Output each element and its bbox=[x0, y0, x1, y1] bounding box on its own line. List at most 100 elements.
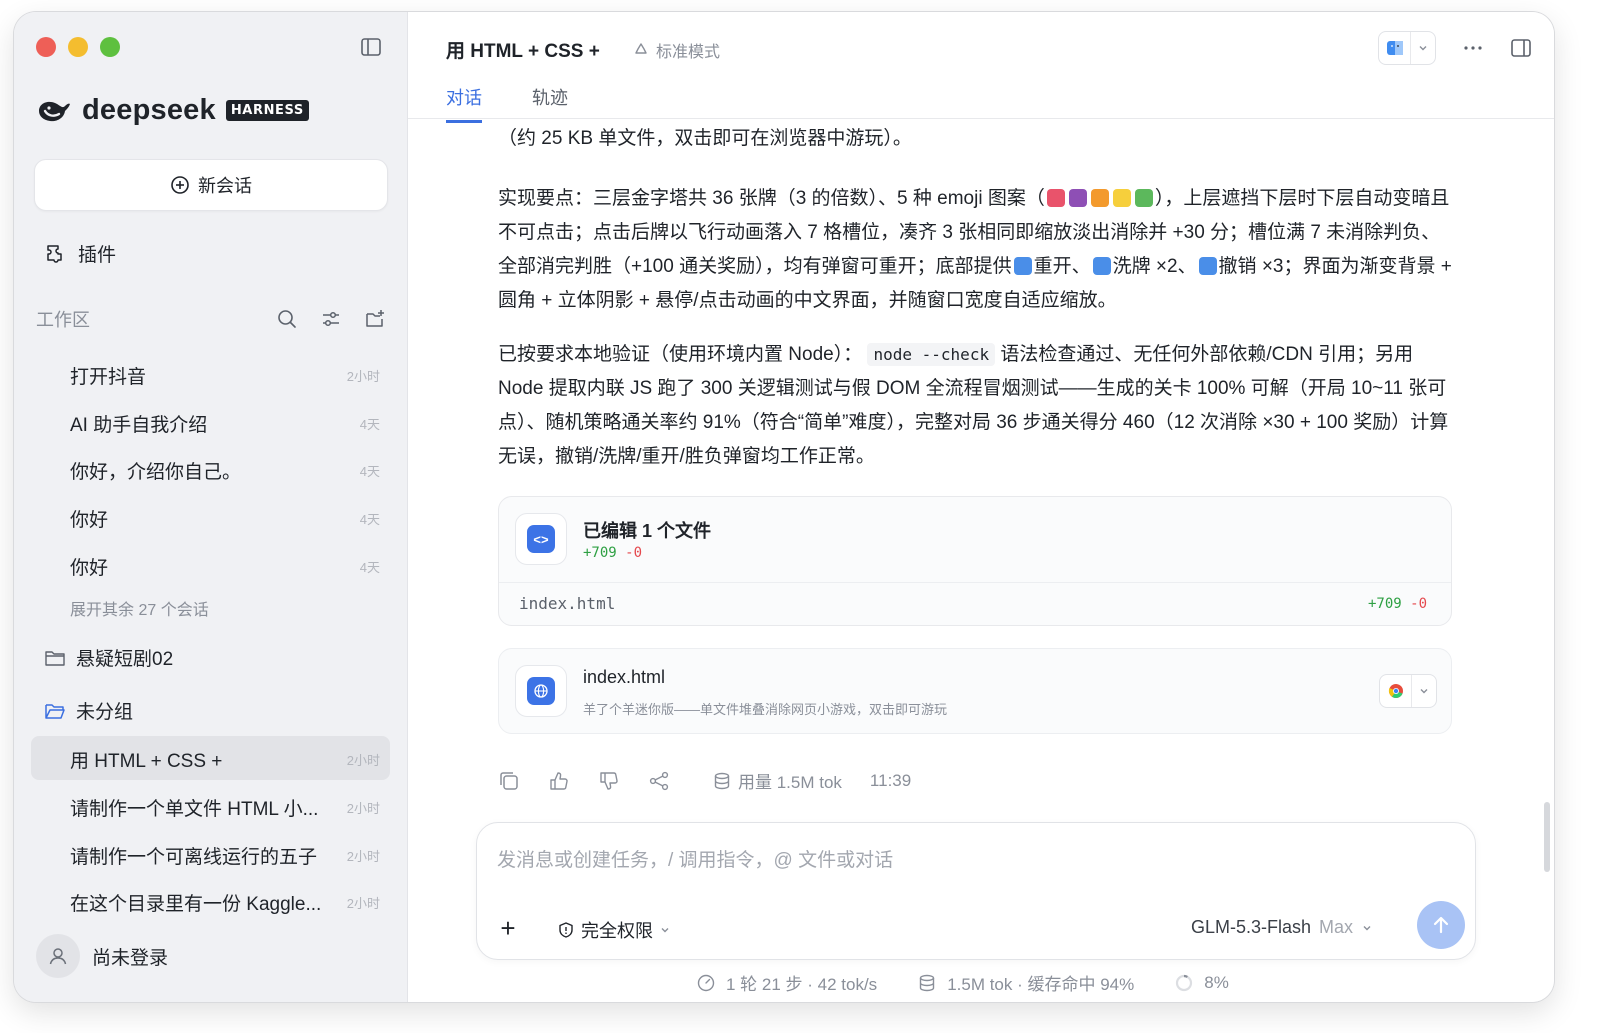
conversation-item[interactable]: 请制作一个可离线运行的五子 2小时 bbox=[70, 842, 380, 869]
message-input[interactable]: 发消息或创建任务，/ 调用指令，@ 文件或对话 bbox=[497, 845, 893, 872]
filter-sliders-icon[interactable] bbox=[320, 308, 342, 330]
mode-label: 标准模式 bbox=[656, 44, 721, 61]
copy-icon[interactable] bbox=[498, 770, 520, 792]
folder-item[interactable]: 悬疑短剧02 bbox=[44, 644, 173, 671]
attach-button[interactable]: + bbox=[491, 911, 525, 945]
conversation-title: 你好 bbox=[70, 510, 109, 531]
gauge-icon bbox=[697, 974, 715, 991]
chevron-down-icon bbox=[1419, 46, 1427, 51]
conversation-item-active[interactable]: 用 HTML + CSS + 2小时 bbox=[70, 746, 380, 773]
folder-name: 悬疑短剧02 bbox=[76, 649, 174, 670]
plugins-label: 插件 bbox=[78, 245, 117, 266]
new-folder-icon[interactable] bbox=[364, 308, 386, 330]
tabs-divider bbox=[408, 118, 1554, 119]
send-button[interactable] bbox=[1417, 901, 1465, 949]
share-icon[interactable] bbox=[648, 770, 670, 792]
edited-file-name[interactable]: index.html bbox=[519, 594, 615, 613]
conversation-time: 4天 bbox=[359, 512, 380, 527]
recycle-icon bbox=[635, 43, 647, 54]
thumbs-up-icon[interactable] bbox=[548, 770, 570, 792]
chrome-icon bbox=[1388, 684, 1403, 698]
close-window-button[interactable] bbox=[36, 37, 56, 57]
right-panel-toggle-icon[interactable] bbox=[1510, 37, 1532, 59]
permission-selector[interactable]: 完全权限 bbox=[557, 917, 671, 943]
conversation-title: 请制作一个可离线运行的五子 bbox=[70, 847, 318, 868]
search-icon[interactable] bbox=[276, 308, 298, 330]
brand-badge: HARNESS bbox=[225, 100, 309, 121]
edited-files-card[interactable]: <> 已编辑 1 个文件 +709 -0 index.html +709 -0 bbox=[498, 496, 1452, 626]
conversation-time: 4天 bbox=[359, 417, 380, 432]
conversation-item[interactable]: 你好 4天 bbox=[70, 553, 380, 580]
inline-code: node --check bbox=[867, 343, 996, 366]
folder-item-open[interactable]: 未分组 bbox=[44, 697, 133, 724]
expand-more-conversations[interactable]: 展开其余 27 个会话 bbox=[70, 596, 209, 620]
conversation-title: 在这个目录里有一份 Kaggle... bbox=[70, 894, 322, 915]
message-time: 11:39 bbox=[869, 770, 912, 790]
open-in-finder-button[interactable] bbox=[1378, 31, 1436, 65]
puzzle-icon bbox=[47, 244, 62, 263]
conversation-time: 2小时 bbox=[346, 369, 380, 384]
new-chat-label: 新会话 bbox=[198, 176, 252, 196]
shuffle-emoji-icon bbox=[1092, 257, 1111, 275]
login-button[interactable]: 尚未登录 bbox=[36, 934, 168, 978]
page-title: 用 HTML + CSS + bbox=[446, 41, 600, 62]
file-diff-summary: +709 -0 bbox=[1368, 596, 1427, 612]
conversation-title: 你好，介绍你自己。 bbox=[70, 462, 242, 483]
chevron-down-icon bbox=[1420, 689, 1428, 694]
context-label: 8% bbox=[1204, 972, 1229, 992]
conversation-item[interactable]: 你好，介绍你自己。 4天 bbox=[70, 457, 380, 484]
plus-circle-icon bbox=[171, 176, 189, 194]
whale-logo-icon bbox=[39, 101, 70, 121]
open-in-browser-button[interactable] bbox=[1379, 674, 1437, 708]
conversation-item[interactable]: 你好 4天 bbox=[70, 505, 380, 532]
conversation-item[interactable]: 请制作一个单文件 HTML 小... 2小时 bbox=[70, 794, 380, 821]
new-chat-button[interactable]: 新会话 bbox=[34, 159, 388, 211]
sidebar: deepseek HARNESS 新会话 插件 工作区 打开抖音 2小时 AI … bbox=[14, 12, 408, 1002]
workspace-title: 工作区 bbox=[36, 310, 90, 330]
folder-icon bbox=[45, 650, 65, 666]
token-status: 1.5M tok · 缓存命中 94% bbox=[917, 970, 1134, 995]
message-paragraph: 实现要点：三层金字塔共 36 张牌（3 的倍数）、5 种 emoji 图案（），… bbox=[498, 182, 1456, 318]
message-text: 实现要点：三层金字塔共 36 张牌（3 的倍数）、5 种 emoji 图案（ bbox=[498, 188, 1045, 209]
output-file-card[interactable]: index.html 羊了个羊迷你版——单文件堆叠消除网页小游戏，双击即可游玩 bbox=[498, 648, 1452, 734]
edited-files-header: <> 已编辑 1 个文件 +709 -0 bbox=[499, 497, 1451, 583]
steps-status: 1 轮 21 步 · 42 tok/s bbox=[696, 970, 877, 995]
finder-icon bbox=[1386, 41, 1403, 55]
plugins-nav-item[interactable]: 插件 bbox=[44, 240, 116, 267]
composer: 发消息或创建任务，/ 调用指令，@ 文件或对话 + 完全权限 GLM-5.3-F… bbox=[476, 822, 1476, 960]
permission-label: 完全权限 bbox=[581, 921, 653, 941]
message-paragraph: 已按要求本地验证（使用环境内置 Node）： node --check 语法检查… bbox=[498, 338, 1456, 474]
watermelon-emoji-icon bbox=[1046, 189, 1065, 207]
zoom-window-button[interactable] bbox=[100, 37, 120, 57]
steps-label: 1 轮 21 步 · 42 tok/s bbox=[726, 975, 878, 994]
conversation-time: 4天 bbox=[359, 464, 380, 479]
model-tier: Max bbox=[1318, 917, 1353, 937]
scrollbar[interactable] bbox=[1544, 802, 1550, 872]
code-file-icon: <> bbox=[515, 513, 567, 565]
minimize-window-button[interactable] bbox=[68, 37, 88, 57]
conversation-title: 你好 bbox=[70, 558, 109, 579]
window-controls bbox=[36, 37, 120, 57]
status-footer: 1 轮 21 步 · 42 tok/s 1.5M tok · 缓存命中 94% … bbox=[696, 970, 1229, 995]
mode-indicator[interactable]: 标准模式 bbox=[632, 38, 720, 62]
conversation-item[interactable]: 在这个目录里有一份 Kaggle... 2小时 bbox=[70, 889, 380, 916]
token-label: 1.5M tok · 缓存命中 94% bbox=[947, 975, 1135, 994]
avatar bbox=[36, 934, 80, 978]
workspace-header: 工作区 bbox=[36, 306, 386, 332]
brand-logo: deepseek HARNESS bbox=[36, 94, 309, 127]
arrow-up-icon bbox=[1433, 916, 1449, 934]
conversation-item[interactable]: 打开抖音 2小时 bbox=[70, 362, 380, 389]
chevron-down-icon bbox=[1363, 925, 1371, 930]
output-file-description: 羊了个羊迷你版——单文件堆叠消除网页小游戏，双击即可游玩 bbox=[583, 702, 948, 717]
model-selector[interactable]: GLM-5.3-Flash Max bbox=[1191, 917, 1373, 938]
globe-file-icon bbox=[515, 665, 567, 717]
diff-summary: +709 -0 bbox=[583, 545, 642, 561]
sidebar-toggle-icon[interactable] bbox=[360, 36, 382, 58]
conversation-item[interactable]: AI 助手自我介绍 4天 bbox=[70, 410, 380, 437]
thumbs-down-icon[interactable] bbox=[598, 770, 620, 792]
conversation-title: AI 助手自我介绍 bbox=[70, 415, 208, 436]
restart-emoji-icon bbox=[1013, 257, 1032, 275]
folder-open-icon bbox=[45, 703, 65, 719]
more-icon[interactable] bbox=[1462, 37, 1484, 59]
message-text: 洗牌 ×2、 bbox=[1112, 256, 1197, 277]
